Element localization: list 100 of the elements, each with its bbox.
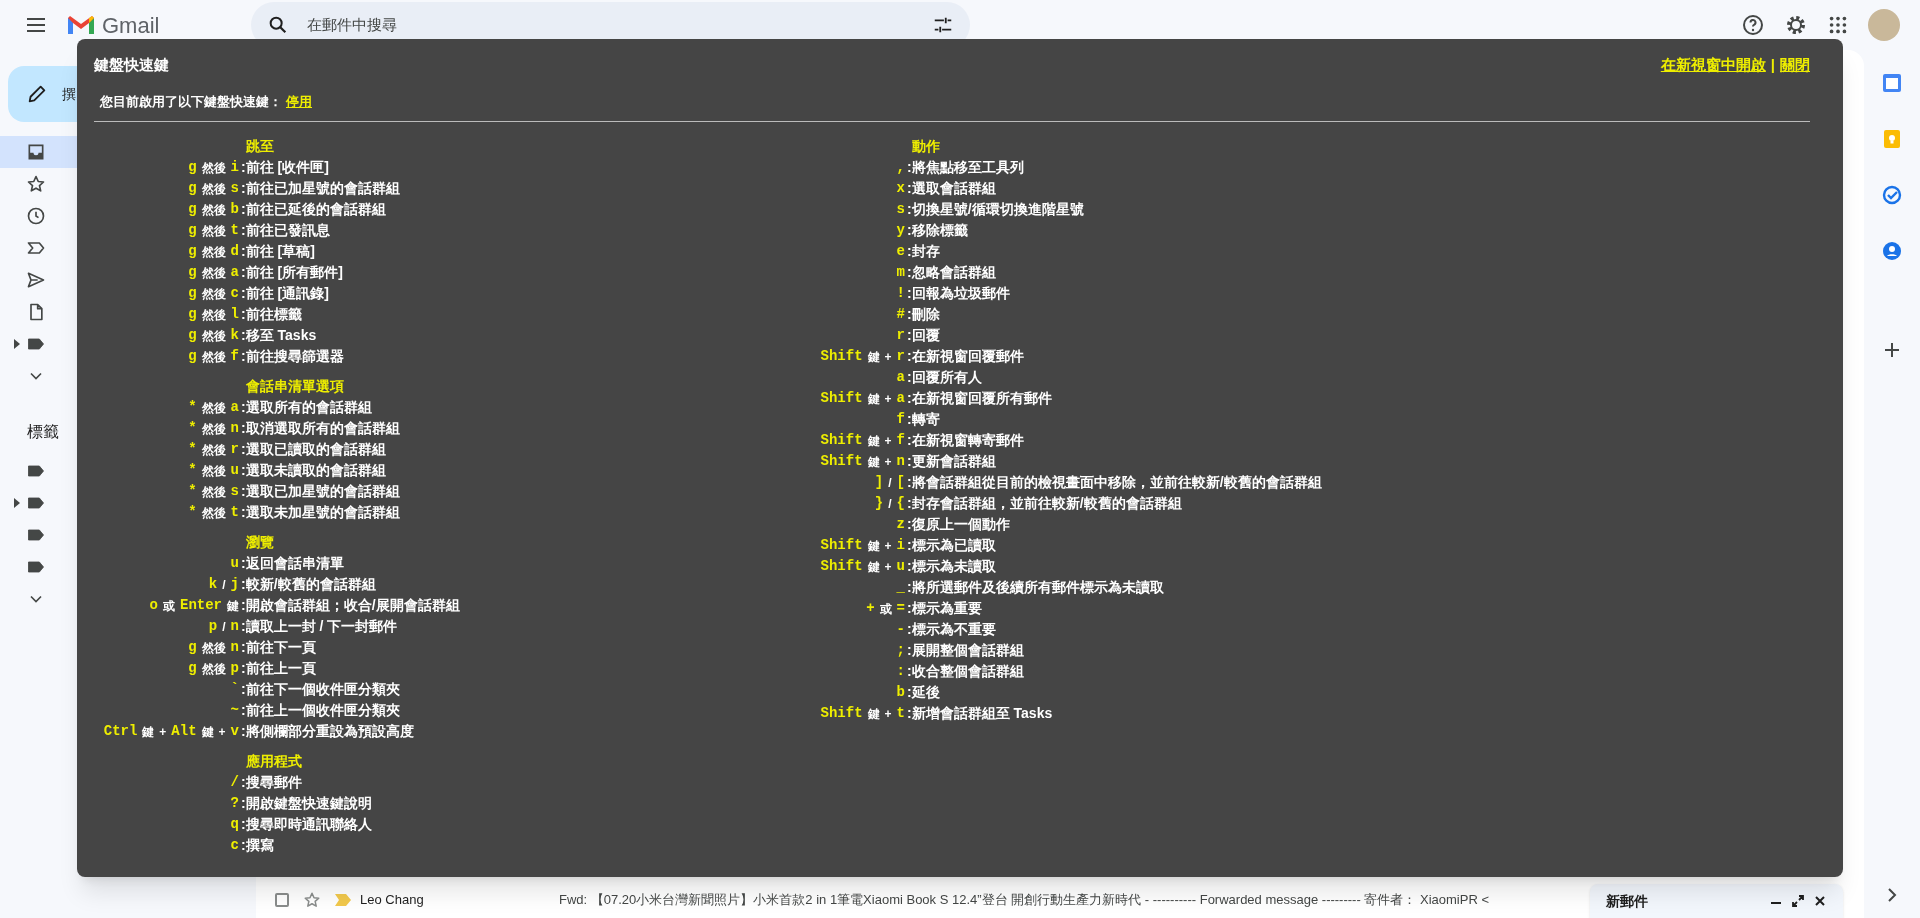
shortcut-description: :選取所有的會話群組	[241, 398, 372, 417]
key-label: g	[188, 221, 197, 240]
shortcut-description: :撰寫	[241, 836, 274, 855]
key-label: n	[896, 452, 905, 471]
shortcut-description: :展開整個會話群組	[907, 641, 1024, 660]
key-label: n	[230, 617, 239, 636]
key-label: `	[230, 680, 239, 699]
key-label: a	[896, 389, 905, 408]
shortcut-description: :選取已加星號的會話群組	[241, 482, 400, 501]
key-label: j	[230, 575, 239, 594]
shortcut-description: :將側欄部分重設為預設高度	[241, 722, 414, 741]
connector-text: 然後	[201, 285, 226, 303]
connector-text: 然後	[201, 306, 226, 324]
connector-text: 鍵	[227, 597, 239, 615]
shortcut-description: :前往搜尋篩選器	[241, 347, 344, 366]
key-label: l	[230, 305, 239, 324]
key-label: Alt	[171, 722, 197, 741]
connector-text: +	[884, 537, 892, 555]
status-text: 您目前啟用了以下鍵盤快速鍵：	[100, 93, 282, 112]
section-heading: 會話串清單選項	[245, 377, 345, 396]
shortcut-description: :標示為未讀取	[907, 557, 996, 576]
key-label: c	[230, 284, 239, 303]
key-label: r	[896, 326, 905, 345]
shortcut-description: :標示為不重要	[907, 620, 996, 639]
shortcut-description: :較新/較舊的會話群組	[241, 575, 376, 594]
connector-text: +	[884, 558, 892, 576]
section-heading: 應用程式	[245, 752, 303, 771]
shortcut-description: :返回會話串清單	[241, 554, 344, 573]
key-label: b	[896, 683, 905, 702]
key-label: /	[230, 773, 239, 792]
key-label: m	[896, 263, 905, 282]
key-label: !	[896, 284, 905, 303]
shortcut-description: :取消選取所有的會話群組	[241, 419, 400, 438]
key-label: ,	[896, 158, 905, 177]
connector-text: 或	[879, 600, 892, 618]
key-label: f	[896, 431, 905, 450]
key-label: v	[230, 722, 239, 741]
key-label: *	[188, 419, 197, 438]
connector-text: 然後	[201, 483, 226, 501]
key-label: Shift	[820, 704, 863, 723]
shortcut-description: :選取會話群組	[907, 179, 996, 198]
key-label: ~	[230, 701, 239, 720]
key-label: a	[230, 263, 239, 282]
shortcut-description: :開啟會話群組；收合/展開會話群組	[241, 596, 460, 615]
key-label: Ctrl	[103, 722, 138, 741]
connector-text: +	[884, 453, 892, 471]
key-label: *	[188, 503, 197, 522]
key-label: g	[188, 659, 197, 678]
shortcut-description: :封存會話群組，並前往較新/較舊的會話群組	[907, 494, 1182, 513]
shortcut-description: :在新視窗回覆所有郵件	[907, 389, 1052, 408]
key-label: g	[188, 263, 197, 282]
connector-text: /	[222, 576, 226, 594]
shortcut-description: :標示為已讀取	[907, 536, 996, 555]
key-label: Shift	[820, 452, 863, 471]
connector-text: 鍵	[201, 723, 214, 741]
key-label: i	[230, 158, 239, 177]
key-label: g	[188, 326, 197, 345]
shortcut-description: :在新視窗轉寄郵件	[907, 431, 1024, 450]
key-label: n	[230, 419, 239, 438]
key-label: g	[188, 200, 197, 219]
key-label: *	[188, 482, 197, 501]
key-label: p	[208, 617, 218, 636]
key-label: t	[230, 221, 239, 240]
key-label: Shift	[820, 536, 863, 555]
shortcut-description: :搜尋即時通訊聯絡人	[241, 815, 372, 834]
key-label: i	[896, 536, 905, 555]
shortcut-description: :前往已延後的會話群組	[241, 200, 386, 219]
key-label: g	[188, 179, 197, 198]
key-label: u	[230, 554, 239, 573]
section-heading: 瀏覽	[245, 533, 275, 552]
key-label: k	[230, 326, 239, 345]
key-label: Shift	[820, 557, 863, 576]
shortcut-description: :在新視窗回覆郵件	[907, 347, 1024, 366]
shortcut-description: :前往 [所有郵件]	[241, 263, 343, 282]
key-label: e	[896, 242, 905, 261]
key-label: n	[230, 638, 239, 657]
key-label: }	[874, 494, 884, 513]
shortcut-description: :封存	[907, 242, 940, 261]
connector-text: 然後	[201, 348, 226, 366]
key-label: :	[896, 662, 905, 681]
key-label: a	[230, 398, 239, 417]
shortcut-description: :將所選郵件及後續所有郵件標示為未讀取	[907, 578, 1164, 597]
section-heading: 動作	[911, 137, 941, 156]
key-label: -	[896, 620, 905, 639]
connector-text: 然後	[201, 264, 226, 282]
shortcut-description: :收合整個會話群組	[907, 662, 1024, 681]
connector-text: 或	[163, 597, 175, 615]
shortcut-description: :前往 [通訊錄]	[241, 284, 329, 303]
key-label: Enter	[180, 596, 222, 615]
key-label: g	[188, 284, 197, 303]
key-label: g	[188, 158, 197, 177]
shortcut-description: :延後	[907, 683, 940, 702]
shortcut-description: :切換星號/循環切換進階星號	[907, 200, 1084, 219]
shortcut-description: :開啟鍵盤快速鍵說明	[241, 794, 372, 813]
connector-text: 然後	[201, 243, 226, 261]
connector-text: 然後	[201, 660, 226, 678]
key-label: +	[866, 599, 875, 618]
key-label: f	[230, 347, 239, 366]
link-separator: |	[1770, 54, 1775, 75]
key-label: Shift	[820, 347, 863, 366]
